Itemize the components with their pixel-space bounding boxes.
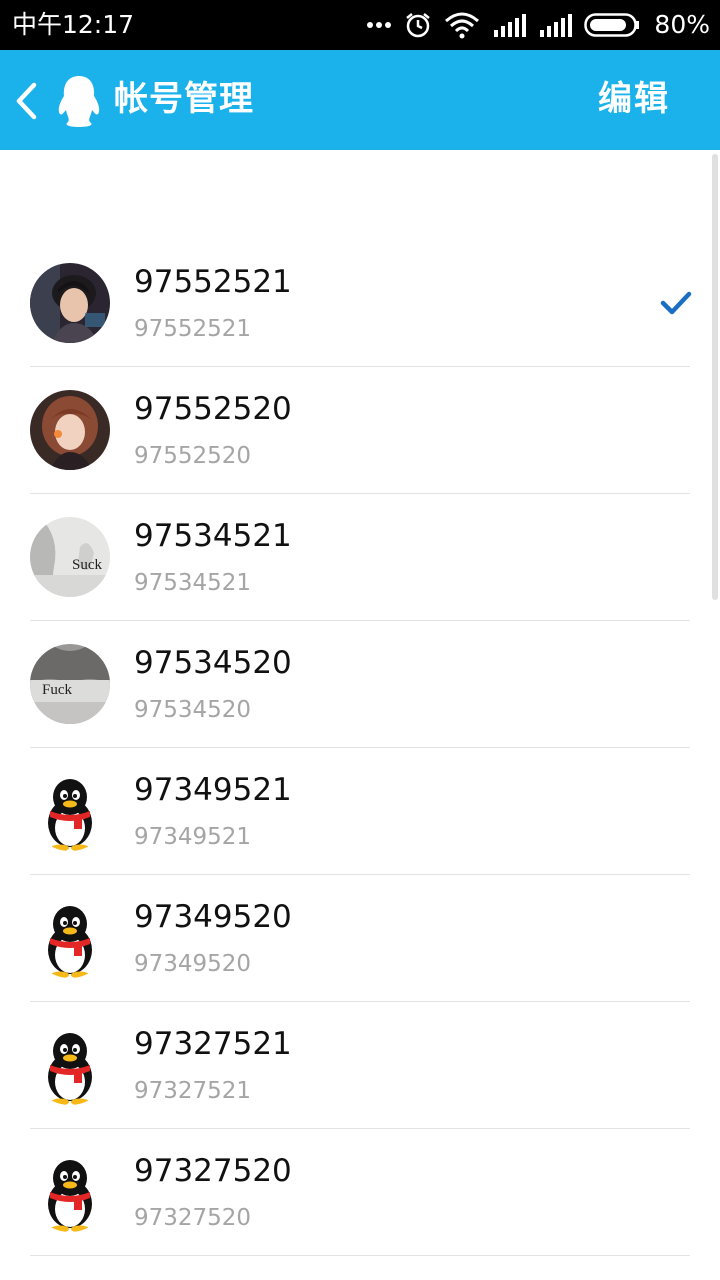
qq-penguin-icon: [30, 1152, 110, 1232]
avatar-caption: Suck: [72, 557, 103, 573]
qq-penguin-icon: [30, 771, 110, 851]
account-id: 97534520: [134, 697, 252, 723]
status-time: 中午12:17: [12, 10, 135, 39]
account-id: 97534521: [134, 570, 252, 596]
account-row[interactable]: 97327520 97327520: [0, 1129, 720, 1256]
account-row[interactable]: 97327521 97327521: [0, 1002, 720, 1129]
edit-button[interactable]: 编辑: [598, 76, 670, 122]
battery-level: 80%: [654, 10, 710, 39]
qq-penguin-icon: [30, 898, 110, 978]
account-name: 97327520: [134, 1153, 292, 1189]
account-id: 97327520: [134, 1205, 252, 1231]
account-name: 97534520: [134, 645, 292, 681]
account-row[interactable]: 97552521 97552521: [0, 240, 720, 367]
account-name: 97534521: [134, 518, 292, 554]
divider: [30, 1255, 690, 1256]
account-id: 97552520: [134, 443, 252, 469]
page-title: 帐号管理: [114, 79, 254, 119]
account-id: 97327521: [134, 1078, 252, 1104]
account-list: 97552521 97552521 97552520 97552520 Suck…: [0, 240, 720, 1256]
account-id: 97552521: [134, 316, 252, 342]
status-icons: 80%: [366, 8, 710, 42]
avatar: [30, 390, 110, 470]
account-name: 97349521: [134, 772, 292, 808]
avatar: [30, 263, 110, 343]
title-bar: 帐号管理 编辑: [0, 50, 720, 150]
status-bar: 中午12:17 80%: [0, 0, 720, 50]
account-id: 97349521: [134, 824, 252, 850]
battery-icon: [584, 13, 640, 37]
account-name: 97349520: [134, 899, 292, 935]
account-row[interactable]: Fuck 97534520 97534520: [0, 621, 720, 748]
account-row[interactable]: 97349520 97349520: [0, 875, 720, 1002]
account-name: 97552520: [134, 391, 292, 427]
qq-logo-icon: [58, 76, 100, 127]
avatar-caption: Fuck: [42, 682, 73, 698]
account-name: 97327521: [134, 1026, 292, 1062]
signal-icon: [540, 14, 573, 37]
account-id: 97349520: [134, 951, 252, 977]
wifi-icon: [445, 12, 480, 39]
back-arrow-icon[interactable]: [12, 82, 42, 120]
account-row[interactable]: 97552520 97552520: [0, 367, 720, 494]
alarm-icon: [406, 13, 431, 38]
account-row[interactable]: 97349521 97349521: [0, 748, 720, 875]
signal-icon: [494, 14, 527, 37]
avatar: Suck: [30, 517, 110, 597]
account-name: 97552521: [134, 264, 292, 300]
more-dots-icon: [367, 22, 392, 28]
avatar: Fuck: [30, 644, 110, 724]
qq-penguin-icon: [30, 1025, 110, 1105]
check-icon: [660, 291, 692, 315]
account-row[interactable]: Suck 97534521 97534521: [0, 494, 720, 621]
